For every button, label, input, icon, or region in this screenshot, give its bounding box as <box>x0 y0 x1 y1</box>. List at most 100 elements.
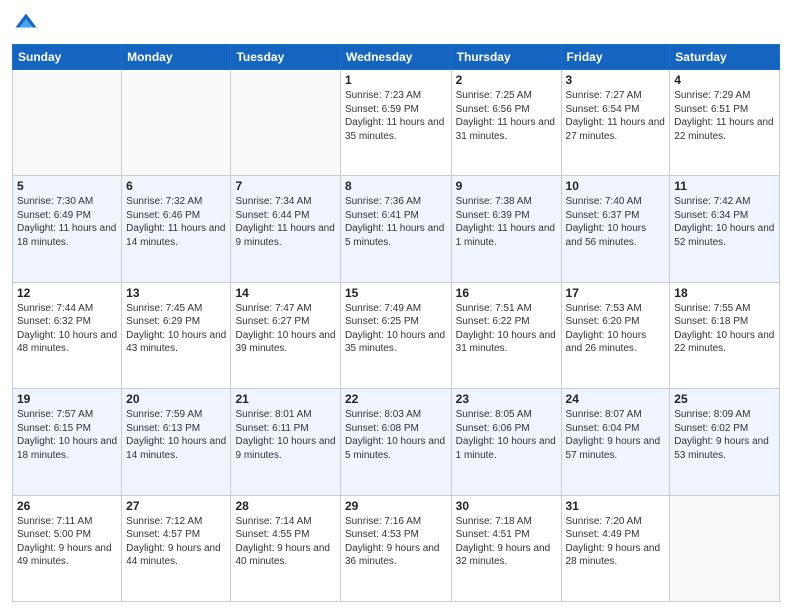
calendar-cell: 23Sunrise: 8:05 AM Sunset: 6:06 PM Dayli… <box>451 389 561 495</box>
calendar-cell <box>13 70 122 176</box>
day-number: 19 <box>17 392 117 406</box>
day-info: Sunrise: 7:23 AM Sunset: 6:59 PM Dayligh… <box>345 89 447 143</box>
calendar-cell <box>122 70 231 176</box>
day-info: Sunrise: 7:49 AM Sunset: 6:25 PM Dayligh… <box>345 302 447 356</box>
day-info: Sunrise: 7:14 AM Sunset: 4:55 PM Dayligh… <box>235 515 335 569</box>
calendar-cell: 1 Sunrise: 7:23 AM Sunset: 6:59 PM Daylig… <box>340 70 451 176</box>
calendar-cell: 11 Sunrise: 7:42 AM Sunset: 6:34 PM Dayli… <box>670 176 780 282</box>
day-number: 30 <box>456 499 557 513</box>
day-info: Sunrise: 7:44 AM Sunset: 6:32 PM Dayligh… <box>17 302 117 356</box>
calendar-cell: 12 Sunrise: 7:44 AM Sunset: 6:32 PM Dayli… <box>13 282 122 388</box>
calendar-week-row: 19 Sunrise: 7:57 AM Sunset: 6:15 PM Dayli… <box>13 389 780 495</box>
calendar-cell: 26 Sunrise: 7:11 AM Sunset: 5:00 PM Dayli… <box>13 495 122 601</box>
calendar-cell: 20Sunrise: 7:59 AM Sunset: 6:13 PM Dayli… <box>122 389 231 495</box>
day-info: Sunrise: 7:16 AM Sunset: 4:53 PM Dayligh… <box>345 515 447 569</box>
day-number: 3 <box>566 73 666 87</box>
calendar-cell: 2 Sunrise: 7:25 AM Sunset: 6:56 PM Daylig… <box>451 70 561 176</box>
weekday-header: Thursday <box>451 45 561 70</box>
day-info: Sunrise: 7:42 AM Sunset: 6:34 PM Dayligh… <box>674 195 775 249</box>
calendar-cell: 9 Sunrise: 7:38 AM Sunset: 6:39 PM Daylig… <box>451 176 561 282</box>
day-number: 4 <box>674 73 775 87</box>
day-info: Sunrise: 7:30 AM Sunset: 6:49 PM Dayligh… <box>17 195 117 249</box>
calendar-cell: 13 Sunrise: 7:45 AM Sunset: 6:29 PM Dayli… <box>122 282 231 388</box>
day-number: 26 <box>17 499 117 513</box>
day-number: 14 <box>235 286 335 300</box>
day-number: 29 <box>345 499 447 513</box>
day-number: 17 <box>566 286 666 300</box>
day-info: Sunrise: 7:36 AM Sunset: 6:41 PM Dayligh… <box>345 195 447 249</box>
calendar-cell: 4Sunrise: 7:29 AM Sunset: 6:51 PM Daylig… <box>670 70 780 176</box>
day-number: 15 <box>345 286 447 300</box>
day-number: 12 <box>17 286 117 300</box>
day-number: 22 <box>345 392 447 406</box>
calendar-cell: 21 Sunrise: 8:01 AM Sunset: 6:11 PM Dayli… <box>231 389 340 495</box>
day-info: Sunrise: 7:25 AM Sunset: 6:56 PM Dayligh… <box>456 89 557 143</box>
calendar-week-row: 5 Sunrise: 7:30 AM Sunset: 6:49 PM Daylig… <box>13 176 780 282</box>
day-info: Sunrise: 7:32 AM Sunset: 6:46 PM Dayligh… <box>126 195 226 249</box>
day-number: 28 <box>235 499 335 513</box>
day-number: 9 <box>456 179 557 193</box>
day-info: Sunrise: 8:09 AM Sunset: 6:02 PM Dayligh… <box>674 408 775 462</box>
day-number: 2 <box>456 73 557 87</box>
calendar-table: SundayMondayTuesdayWednesdayThursdayFrid… <box>12 44 780 602</box>
day-info: Sunrise: 7:38 AM Sunset: 6:39 PM Dayligh… <box>456 195 557 249</box>
day-number: 16 <box>456 286 557 300</box>
day-number: 8 <box>345 179 447 193</box>
weekday-header: Wednesday <box>340 45 451 70</box>
calendar-cell: 19 Sunrise: 7:57 AM Sunset: 6:15 PM Dayli… <box>13 389 122 495</box>
calendar-cell: 17Sunrise: 7:53 AM Sunset: 6:20 PM Dayli… <box>561 282 670 388</box>
logo-icon <box>12 10 40 38</box>
calendar-cell: 29 Sunrise: 7:16 AM Sunset: 4:53 PM Dayli… <box>340 495 451 601</box>
page: SundayMondayTuesdayWednesdayThursdayFrid… <box>0 0 792 612</box>
calendar-cell: 3 Sunrise: 7:27 AM Sunset: 6:54 PM Daylig… <box>561 70 670 176</box>
weekday-header: Tuesday <box>231 45 340 70</box>
calendar-cell: 25 Sunrise: 8:09 AM Sunset: 6:02 PM Dayli… <box>670 389 780 495</box>
day-info: Sunrise: 7:11 AM Sunset: 5:00 PM Dayligh… <box>17 515 117 569</box>
calendar-cell: 18 Sunrise: 7:55 AM Sunset: 6:18 PM Dayli… <box>670 282 780 388</box>
day-info: Sunrise: 7:40 AM Sunset: 6:37 PM Dayligh… <box>566 195 666 249</box>
day-info: Sunrise: 7:34 AM Sunset: 6:44 PM Dayligh… <box>235 195 335 249</box>
day-info: Sunrise: 8:07 AM Sunset: 6:04 PM Dayligh… <box>566 408 666 462</box>
logo <box>12 10 44 38</box>
calendar-cell: 30Sunrise: 7:18 AM Sunset: 4:51 PM Dayli… <box>451 495 561 601</box>
day-info: Sunrise: 7:27 AM Sunset: 6:54 PM Dayligh… <box>566 89 666 143</box>
day-info: Sunrise: 7:55 AM Sunset: 6:18 PM Dayligh… <box>674 302 775 356</box>
calendar-cell <box>670 495 780 601</box>
day-info: Sunrise: 8:01 AM Sunset: 6:11 PM Dayligh… <box>235 408 335 462</box>
day-number: 25 <box>674 392 775 406</box>
calendar-cell: 22 Sunrise: 8:03 AM Sunset: 6:08 PM Dayli… <box>340 389 451 495</box>
calendar-cell: 8 Sunrise: 7:36 AM Sunset: 6:41 PM Daylig… <box>340 176 451 282</box>
weekday-header: Sunday <box>13 45 122 70</box>
day-info: Sunrise: 7:12 AM Sunset: 4:57 PM Dayligh… <box>126 515 226 569</box>
day-info: Sunrise: 7:57 AM Sunset: 6:15 PM Dayligh… <box>17 408 117 462</box>
weekday-header: Monday <box>122 45 231 70</box>
weekday-header-row: SundayMondayTuesdayWednesdayThursdayFrid… <box>13 45 780 70</box>
day-number: 10 <box>566 179 666 193</box>
calendar-cell: 10 Sunrise: 7:40 AM Sunset: 6:37 PM Dayli… <box>561 176 670 282</box>
calendar-week-row: 1 Sunrise: 7:23 AM Sunset: 6:59 PM Daylig… <box>13 70 780 176</box>
day-number: 31 <box>566 499 666 513</box>
day-number: 18 <box>674 286 775 300</box>
day-number: 6 <box>126 179 226 193</box>
day-info: Sunrise: 7:45 AM Sunset: 6:29 PM Dayligh… <box>126 302 226 356</box>
day-number: 1 <box>345 73 447 87</box>
day-number: 21 <box>235 392 335 406</box>
calendar-cell <box>231 70 340 176</box>
day-number: 13 <box>126 286 226 300</box>
day-number: 27 <box>126 499 226 513</box>
calendar-week-row: 12 Sunrise: 7:44 AM Sunset: 6:32 PM Dayli… <box>13 282 780 388</box>
calendar-cell: 15 Sunrise: 7:49 AM Sunset: 6:25 PM Dayli… <box>340 282 451 388</box>
calendar-cell: 27 Sunrise: 7:12 AM Sunset: 4:57 PM Dayli… <box>122 495 231 601</box>
day-number: 7 <box>235 179 335 193</box>
day-info: Sunrise: 8:03 AM Sunset: 6:08 PM Dayligh… <box>345 408 447 462</box>
calendar-cell: 28 Sunrise: 7:14 AM Sunset: 4:55 PM Dayli… <box>231 495 340 601</box>
day-info: Sunrise: 7:47 AM Sunset: 6:27 PM Dayligh… <box>235 302 335 356</box>
calendar-cell: 7 Sunrise: 7:34 AM Sunset: 6:44 PM Daylig… <box>231 176 340 282</box>
day-info: Sunrise: 7:59 AM Sunset: 6:13 PM Dayligh… <box>126 408 226 462</box>
day-number: 23 <box>456 392 557 406</box>
day-number: 5 <box>17 179 117 193</box>
day-info: Sunrise: 7:20 AM Sunset: 4:49 PM Dayligh… <box>566 515 666 569</box>
weekday-header: Friday <box>561 45 670 70</box>
calendar-cell: 6 Sunrise: 7:32 AM Sunset: 6:46 PM Daylig… <box>122 176 231 282</box>
day-number: 11 <box>674 179 775 193</box>
